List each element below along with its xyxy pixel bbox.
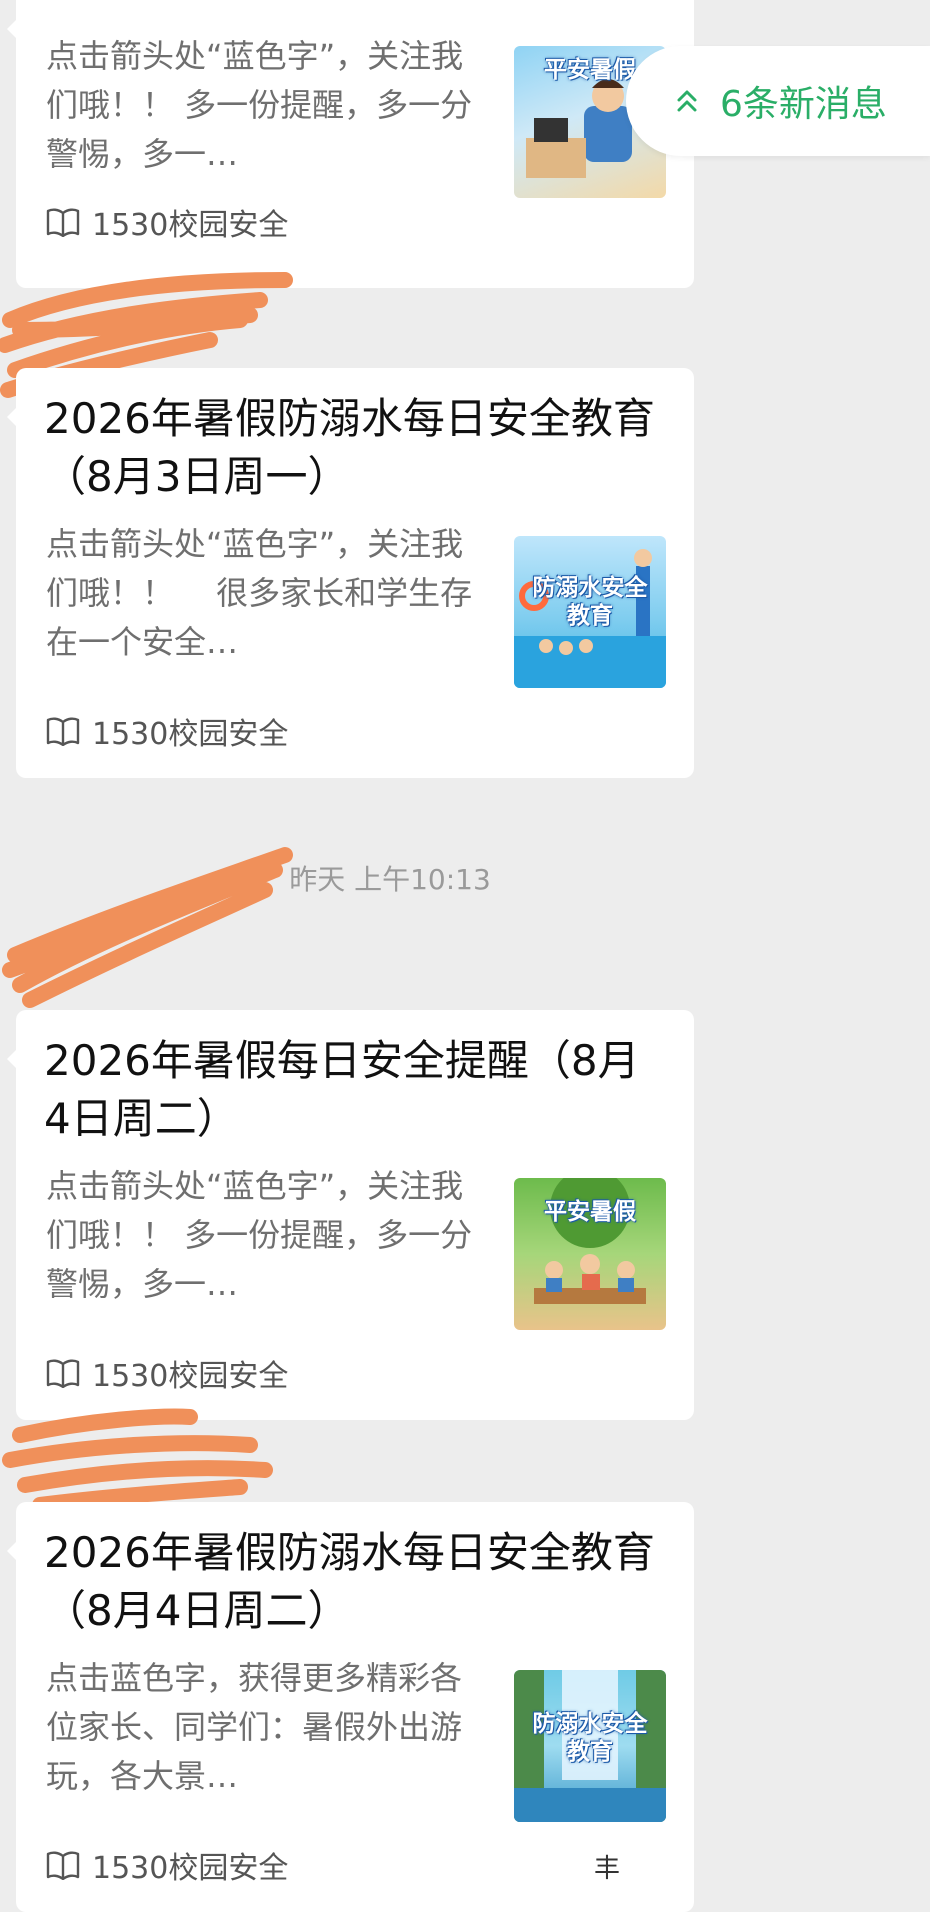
thumbnail-caption: 平安暑假	[544, 1199, 636, 1225]
article-description: 点击箭头处“蓝色字”，关注我们哦！！ 很多家长和学生存在一个安全…	[46, 525, 473, 661]
article-description: 点击箭头处“蓝色字”，关注我们哦！！ 多一份提醒，多一分警惕，多一…	[46, 1167, 473, 1303]
article-source: 1530校园安全	[46, 711, 289, 752]
article-thumbnail: 平安暑假	[514, 1178, 666, 1330]
new-messages-button[interactable]: 6条新消息	[626, 46, 930, 156]
article-thumbnail: 防溺水安全教育	[514, 1670, 666, 1822]
article-card[interactable]: 2026年暑假每日安全提醒（8月4日周二） 点击箭头处“蓝色字”，关注我们哦！！…	[7, 1010, 694, 1420]
article-card[interactable]: 2026年暑假防溺水每日安全教育（8月4日周二） 点击蓝色字，获得更多精彩各位家…	[7, 1502, 694, 1912]
book-icon	[46, 717, 80, 746]
thumbnail-caption: 防溺水安全教育	[532, 575, 648, 629]
article-description: 点击箭头处“蓝色字”，关注我们哦！！ 多一份提醒，多一分警惕，多一…	[46, 37, 473, 173]
partial-text: 丰	[594, 1854, 621, 1884]
redaction-scribble	[2, 1408, 273, 1513]
new-messages-label: 6条新消息	[720, 84, 887, 125]
article-description: 点击蓝色字，获得更多精彩各位家长、同学们：暑假外出游玩，各大景…	[46, 1659, 463, 1795]
article-card[interactable]: 月3日周一） 点击箭头处“蓝色字”，关注我们哦！！ 多一份提醒，多一分警惕，多一…	[7, 0, 694, 288]
source-name: 1530校园安全	[92, 1851, 289, 1886]
article-source: 1530校园安全	[46, 1353, 289, 1394]
source-name: 1530校园安全	[92, 717, 289, 752]
article-card[interactable]: 2026年暑假防溺水每日安全教育（8月3日周一） 点击箭头处“蓝色字”，关注我们…	[7, 368, 694, 778]
double-chevron-up-icon	[676, 88, 698, 114]
source-name: 1530校园安全	[92, 208, 289, 243]
source-name: 1530校园安全	[92, 1359, 289, 1394]
article-title: 2026年暑假防溺水每日安全教育（8月3日周一）	[44, 394, 655, 501]
book-icon	[46, 208, 80, 237]
book-icon	[46, 1359, 80, 1388]
book-icon	[46, 1851, 80, 1880]
thumbnail-caption: 防溺水安全教育	[532, 1711, 648, 1765]
article-thumbnail: 防溺水安全教育	[514, 536, 666, 688]
article-title: 2026年暑假每日安全提醒（8月4日周二）	[44, 1036, 640, 1143]
article-title: 2026年暑假防溺水每日安全教育（8月4日周二）	[44, 1528, 655, 1635]
article-source: 1530校园安全	[46, 202, 289, 243]
article-title: 月3日周一）	[44, 0, 664, 10]
article-source: 1530校园安全	[46, 1845, 289, 1886]
redaction-scribble	[2, 847, 293, 1008]
